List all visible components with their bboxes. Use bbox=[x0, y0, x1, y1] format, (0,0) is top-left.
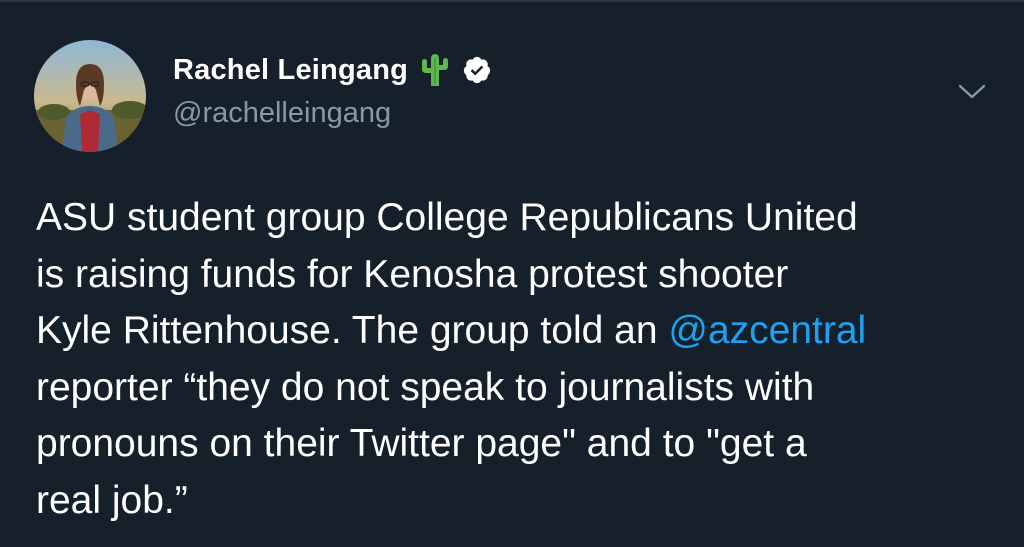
tweet-line: is raising funds for Kenosha protest sho… bbox=[36, 252, 789, 296]
avatar[interactable] bbox=[34, 40, 146, 152]
cactus-icon bbox=[420, 53, 450, 87]
author-name-row: Rachel Leingang bbox=[173, 52, 492, 88]
tweet-line-text: Kyle Rittenhouse. The group told an bbox=[36, 309, 669, 352]
tweet-line: reporter “they do not speak to journalis… bbox=[36, 365, 815, 409]
tweet-line: real job.” bbox=[36, 478, 188, 522]
mention-link[interactable]: @azcentral bbox=[668, 309, 866, 352]
author-handle[interactable]: @rachelleingang bbox=[173, 97, 391, 130]
tweet-line: Kyle Rittenhouse. The group told an @azc… bbox=[36, 303, 996, 360]
tweet-line: ASU student group College Republicans Un… bbox=[36, 196, 858, 239]
avatar-photo bbox=[34, 40, 146, 152]
display-name[interactable]: Rachel Leingang bbox=[173, 54, 408, 87]
tweet-line: pronouns on their Twitter page" and to "… bbox=[36, 422, 807, 465]
verified-badge-icon bbox=[462, 55, 492, 85]
tweet-card: Rachel Leingang @rachelleingang ASU stud… bbox=[0, 0, 1024, 547]
tweet-text: ASU student group College Republicans Un… bbox=[36, 190, 996, 529]
chevron-down-icon[interactable] bbox=[956, 80, 988, 104]
